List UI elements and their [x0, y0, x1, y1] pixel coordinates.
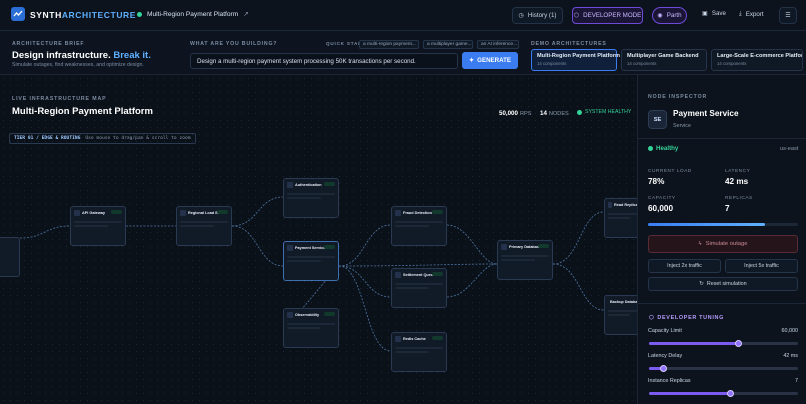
- capacity-limit-label: Capacity Limit: [648, 328, 682, 334]
- node-redis-cache[interactable]: Redis Cache: [391, 332, 447, 372]
- current-load-value: 78%: [648, 177, 665, 186]
- health-dot-icon: [577, 109, 582, 115]
- simulate-outage-button[interactable]: ϟ Simulate outage: [648, 235, 798, 253]
- quick-start-payment[interactable]: a multi-region payment...: [359, 40, 419, 49]
- brief-title: Design infrastructure. Break it.: [12, 50, 151, 61]
- save-icon: ▣: [702, 10, 708, 17]
- replicas-label: REPLICAS: [725, 196, 753, 201]
- building-label: WHAT ARE YOU BUILDING?: [190, 41, 278, 47]
- capacity-label: CAPACITY: [648, 196, 676, 201]
- load-bar: [648, 223, 798, 226]
- demo-card-ecommerce[interactable]: Large-Scale E-commerce Platform 14 compon…: [711, 49, 803, 71]
- quick-start-game[interactable]: a multiplayer game...: [423, 40, 473, 49]
- user-menu[interactable]: ◉ Parth: [652, 7, 687, 24]
- current-load-label: CURRENT LOAD: [648, 169, 692, 174]
- instance-replicas-label: Instance Replicas: [648, 378, 691, 384]
- brief-label: ARCHITECTURE BRIEF: [12, 41, 85, 47]
- quick-start-ai[interactable]: an AI inference...: [477, 40, 519, 49]
- node-regional-load-balancer[interactable]: Regional Load B...: [176, 206, 232, 246]
- map-title: Multi-Region Payment Platform: [12, 106, 153, 117]
- sliders-icon: ☰: [785, 12, 791, 19]
- node-authentication[interactable]: Authentication: [283, 178, 339, 218]
- instance-replicas-slider[interactable]: [649, 392, 798, 395]
- status-dot-icon: [137, 11, 142, 17]
- tier-label: TIER 01 / EDGE & ROUTING Use mouse to dra…: [9, 133, 196, 144]
- latency-value: 42 ms: [725, 177, 749, 186]
- settings-button[interactable]: ☰: [779, 7, 797, 24]
- service-region: us-east: [780, 146, 799, 152]
- node-payment-service[interactable]: Payment Service: [283, 241, 339, 281]
- generate-button[interactable]: ✦ GENERATE: [462, 52, 518, 69]
- external-link-icon: ↗: [243, 11, 249, 18]
- brand-name: SYNTHARCHITECTURE: [30, 10, 137, 20]
- developer-mode-button[interactable]: ⬡ DEVELOPER MODE: [572, 7, 643, 24]
- prompt-input[interactable]: Design a multi-region payment system pro…: [190, 53, 458, 69]
- download-icon: ⤓: [739, 10, 742, 17]
- refresh-icon: ↻: [699, 281, 704, 287]
- instance-replicas-value: 7: [795, 378, 798, 384]
- divider: [637, 303, 806, 304]
- inject-5x-button[interactable]: Inject 5x traffic: [725, 259, 798, 273]
- demo-label: DEMO ARCHITECTURES: [531, 41, 607, 47]
- user-icon: ◉: [657, 12, 663, 19]
- rps-stat: 50,000 RPS: [499, 110, 532, 117]
- latency-delay-slider[interactable]: [649, 367, 798, 370]
- reset-simulation-button[interactable]: ↻ Reset simulation: [648, 277, 798, 291]
- healthy-dot-icon: [648, 146, 653, 151]
- node-api-gateway[interactable]: API Gateway: [70, 206, 126, 246]
- nodes-stat: 14 NODES: [540, 110, 569, 117]
- edge-node[interactable]: [0, 237, 20, 277]
- map-label: LIVE INFRASTRUCTURE MAP: [12, 96, 107, 102]
- latency-delay-value: 42 ms: [783, 353, 798, 359]
- developer-tuning-label: ⬡ DEVELOPER TUNING: [649, 315, 725, 321]
- service-icon: SE: [648, 110, 667, 129]
- inject-2x-button[interactable]: Inject 2x traffic: [648, 259, 721, 273]
- system-health-badge: SYSTEM HEALTHY: [577, 109, 631, 115]
- save-button[interactable]: ▣ Save: [702, 10, 726, 17]
- history-button[interactable]: ◷ History (1): [512, 7, 563, 24]
- node-fraud-detection[interactable]: Fraud Detection: [391, 206, 447, 246]
- latency-delay-label: Latency Delay: [648, 353, 683, 359]
- project-name: Multi-Region Payment Platform: [147, 10, 239, 18]
- node-settlement-queue[interactable]: Settlement Queue: [391, 268, 447, 308]
- service-status: Healthy: [648, 145, 678, 152]
- capacity-limit-slider[interactable]: [649, 342, 798, 345]
- brief-subtitle: Simulate outages, find weaknesses, and o…: [12, 62, 144, 68]
- sparkle-icon: ✦: [468, 57, 475, 64]
- node-primary-database[interactable]: Primary Database: [497, 240, 553, 280]
- inspector-label: NODE INSPECTOR: [648, 94, 708, 100]
- shield-icon: ⬡: [649, 315, 655, 321]
- shield-icon: ⬡: [573, 12, 580, 19]
- capacity-limit-value: 60,000: [781, 328, 799, 334]
- demo-card-game[interactable]: Multiplayer Game Backend 14 components: [621, 49, 707, 71]
- bolt-icon: ϟ: [698, 241, 702, 247]
- capacity-value: 60,000: [648, 204, 674, 213]
- clock-icon: ◷: [518, 12, 524, 19]
- replicas-value: 7: [725, 204, 730, 213]
- project-selector[interactable]: Multi-Region Payment Platform ↗: [137, 10, 249, 18]
- divider: [637, 138, 806, 139]
- demo-card-payment[interactable]: Multi-Region Payment Platform 14 componen…: [531, 49, 620, 71]
- capacity-limit-knob[interactable]: [734, 340, 742, 347]
- load-bar-fill: [648, 223, 765, 226]
- export-button[interactable]: ⤓ Export: [739, 10, 764, 18]
- latency-label: LATENCY: [725, 169, 751, 174]
- service-type: Service: [673, 123, 691, 129]
- service-name: Payment Service: [673, 109, 739, 118]
- node-observability[interactable]: Observability: [283, 308, 339, 348]
- logo-icon: [11, 7, 25, 21]
